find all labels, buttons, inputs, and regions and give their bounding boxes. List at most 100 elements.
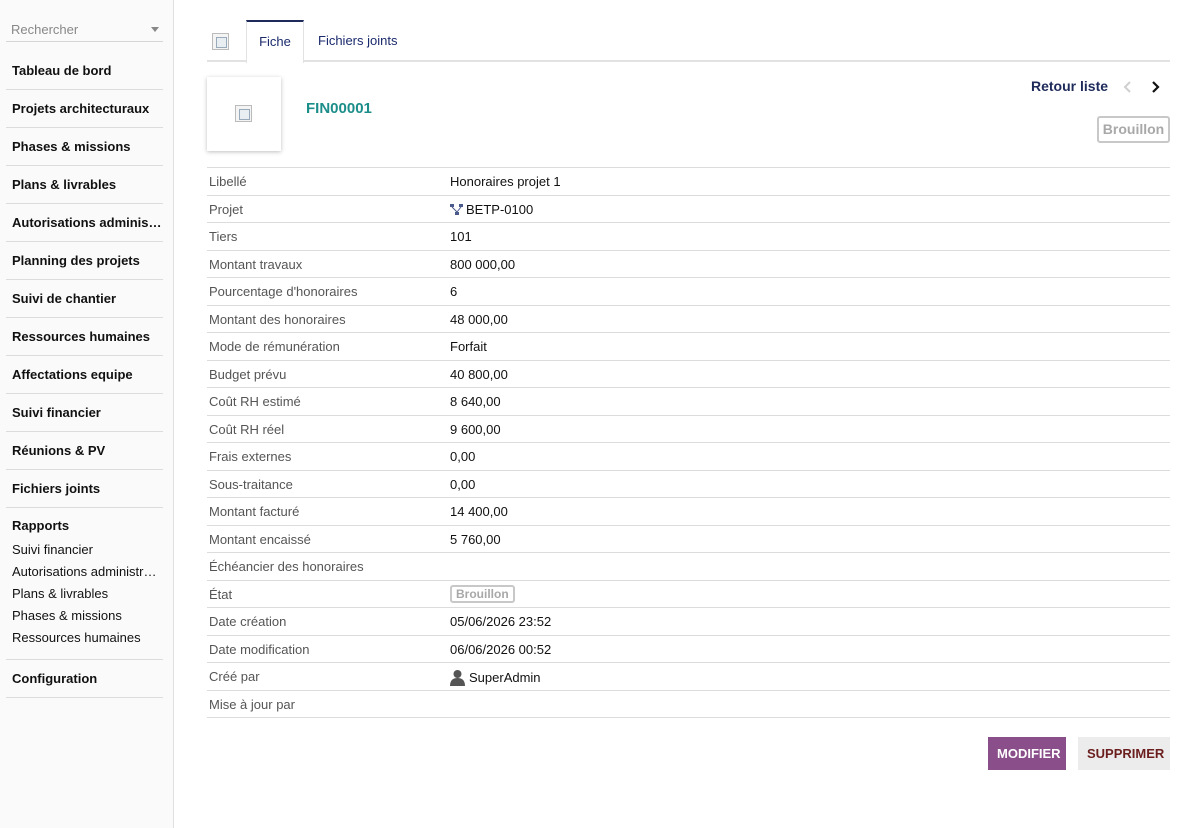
field-row: Date création 05/06/2026 23:52 xyxy=(207,608,1170,636)
sidebar-item-planning[interactable]: Planning des projets xyxy=(6,242,163,280)
sidebar-item-configuration[interactable]: Configuration xyxy=(6,660,163,698)
field-label: Date modification xyxy=(209,641,310,657)
field-row: Échéancier des honoraires xyxy=(207,553,1170,581)
delete-button[interactable]: SUPPRIMER xyxy=(1078,737,1170,770)
field-label: Projet xyxy=(209,201,243,217)
search-input[interactable] xyxy=(11,22,141,37)
sidebar-item-dashboard[interactable]: Tableau de bord xyxy=(6,52,163,90)
sidebar-menu: Tableau de bord Projets architecturaux P… xyxy=(6,52,163,698)
report-link-finance[interactable]: Suivi financier xyxy=(12,539,163,561)
sidebar-item-label: Suivi de chantier xyxy=(12,291,117,306)
field-row: Pourcentage d'honoraires 6 xyxy=(207,278,1170,306)
field-label: Montant des honoraires xyxy=(209,311,346,327)
field-row: Libellé Honoraires projet 1 xyxy=(207,168,1170,196)
field-label: Coût RH réel xyxy=(209,421,285,437)
field-value: 800 000,00 xyxy=(450,256,516,272)
back-to-list-link[interactable]: Retour liste xyxy=(1031,78,1108,94)
field-row: Tiers 101 xyxy=(207,223,1170,251)
field-row: Sous-traitance 0,00 xyxy=(207,471,1170,498)
field-value: 101 xyxy=(450,229,472,244)
field-list: Libellé Honoraires projet 1 Projet BETP-… xyxy=(207,167,1170,718)
report-link-plans[interactable]: Plans & livrables xyxy=(12,583,163,605)
field-label: Budget prévu xyxy=(209,366,287,382)
field-label: Date création xyxy=(209,614,287,629)
record-ref: FIN00001 xyxy=(306,100,372,117)
sidebar-item-files[interactable]: Fichiers joints xyxy=(6,470,163,508)
chevron-down-icon[interactable] xyxy=(151,27,159,32)
sidebar-item-label: Tableau de bord xyxy=(12,63,112,78)
field-row: Date modification 06/06/2026 00:52 xyxy=(207,636,1170,663)
field-row: État Brouillon xyxy=(207,581,1170,608)
image-icon xyxy=(235,105,252,122)
field-row: Projet BETP-0100 xyxy=(207,196,1170,223)
user-link[interactable]: SuperAdmin xyxy=(450,669,541,686)
field-label: Créé par xyxy=(209,669,260,684)
field-value: 8 640,00 xyxy=(450,394,501,409)
field-value: 14 400,00 xyxy=(450,504,508,519)
field-label: Mode de rémunération xyxy=(209,339,340,354)
sidebar-item-hr[interactable]: Ressources humaines xyxy=(6,318,163,356)
field-row: Frais externes 0,00 xyxy=(207,443,1170,471)
field-row: Coût RH estimé 8 640,00 xyxy=(207,388,1170,416)
field-value: 05/06/2026 23:52 xyxy=(450,614,552,629)
project-link-label: BETP-0100 xyxy=(466,201,534,217)
sidebar-item-projects[interactable]: Projets architecturaux xyxy=(6,90,163,128)
sidebar-item-phases[interactable]: Phases & missions xyxy=(6,128,163,166)
sidebar-item-finance[interactable]: Suivi financier xyxy=(6,394,163,432)
field-label: Sous-traitance xyxy=(209,476,293,492)
field-value: Brouillon xyxy=(450,584,515,603)
sidebar-item-authorizations[interactable]: Autorisations administratives xyxy=(6,204,163,242)
field-label: Montant facturé xyxy=(209,504,300,519)
report-link-authorizations[interactable]: Autorisations administratives xyxy=(12,561,163,583)
status-badge: Brouillon xyxy=(450,584,515,603)
field-value: 40 800,00 xyxy=(450,366,508,382)
tab-files[interactable]: Fichiers joints xyxy=(318,20,397,62)
field-label: Tiers xyxy=(209,229,238,244)
sidebar-item-meetings[interactable]: Réunions & PV xyxy=(6,432,163,470)
field-row: Mode de rémunération Forfait xyxy=(207,333,1170,361)
status-badge: Brouillon xyxy=(1097,116,1170,143)
sidebar-item-site[interactable]: Suivi de chantier xyxy=(6,280,163,318)
tab-bar: Fiche Fichiers joints xyxy=(207,20,1170,63)
image-icon xyxy=(212,33,229,50)
field-label: État xyxy=(209,586,233,602)
sidebar-item-label: Phases & missions xyxy=(12,139,131,154)
field-label: Montant encaissé xyxy=(209,531,311,547)
field-row: Montant encaissé 5 760,00 xyxy=(207,526,1170,553)
sidebar-item-label: Suivi financier xyxy=(12,405,101,420)
project-link[interactable]: BETP-0100 xyxy=(450,202,533,217)
sidebar-item-label: Affectations equipe xyxy=(12,367,133,382)
chevron-right-icon[interactable] xyxy=(1147,79,1163,95)
sidebar-item-label: Planning des projets xyxy=(12,253,140,268)
field-value: 5 760,00 xyxy=(450,531,501,547)
field-label: Libellé xyxy=(209,174,247,189)
field-value: Forfait xyxy=(450,339,487,354)
field-value: 0,00 xyxy=(450,476,476,492)
field-value: 48 000,00 xyxy=(450,311,508,327)
field-row: Montant facturé 14 400,00 xyxy=(207,498,1170,526)
sidebar-item-label: Réunions & PV xyxy=(12,443,106,458)
chevron-left-icon[interactable] xyxy=(1120,79,1136,95)
sidebar-item-label: Configuration xyxy=(12,671,98,686)
field-label: Frais externes xyxy=(209,449,292,464)
search-box[interactable] xyxy=(6,18,163,42)
field-label: Mise à jour par xyxy=(209,696,295,712)
report-link-hr[interactable]: Ressources humaines xyxy=(12,627,163,649)
reports-title[interactable]: Rapports xyxy=(12,518,163,533)
field-row: Coût RH réel 9 600,00 xyxy=(207,416,1170,443)
report-link-phases[interactable]: Phases & missions xyxy=(12,605,163,627)
sidebar-item-label: Autorisations administratives xyxy=(12,215,163,230)
sidebar-item-plans[interactable]: Plans & livrables xyxy=(6,166,163,204)
sidebar: Tableau de bord Projets architecturaux P… xyxy=(0,0,174,828)
field-row: Mise à jour par xyxy=(207,691,1170,718)
field-value: Honoraires projet 1 xyxy=(450,174,561,189)
field-label: Coût RH estimé xyxy=(209,394,301,409)
edit-button[interactable]: MODIFIER xyxy=(988,737,1066,770)
sidebar-item-assignments[interactable]: Affectations equipe xyxy=(6,356,163,394)
user-icon xyxy=(450,670,465,686)
tab-card[interactable]: Fiche xyxy=(246,20,304,63)
field-row: Montant travaux 800 000,00 xyxy=(207,251,1170,278)
sidebar-item-label: Projets architecturaux xyxy=(12,101,150,116)
field-label: Échéancier des honoraires xyxy=(209,559,364,574)
reports-section: Rapports Suivi financier Autorisations a… xyxy=(6,508,163,660)
